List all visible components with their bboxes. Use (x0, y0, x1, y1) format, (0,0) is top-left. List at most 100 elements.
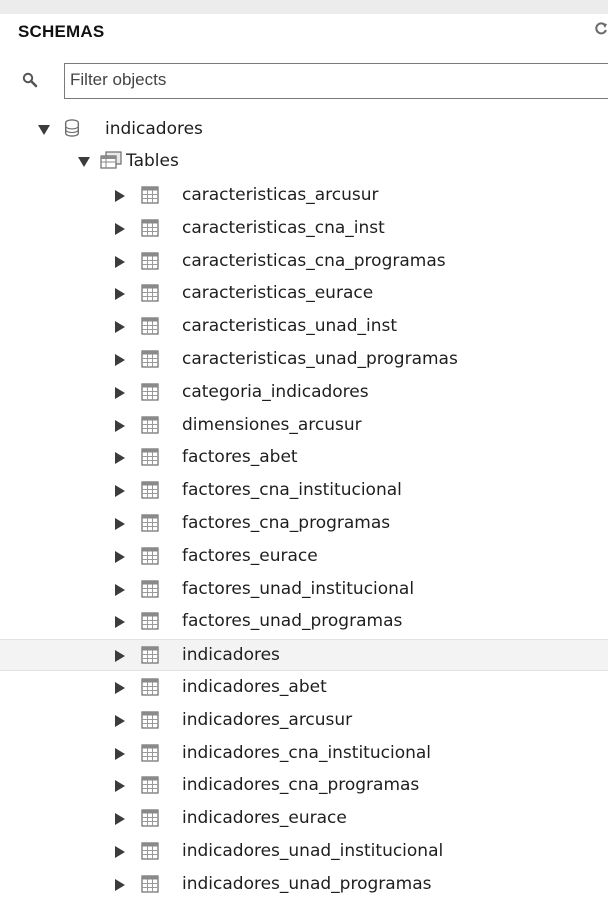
tables-folder-icon (100, 151, 122, 169)
schema-row[interactable]: indicadores (0, 114, 608, 146)
table-row[interactable]: caracteristicas_arcusur (0, 180, 608, 212)
table-label: caracteristicas_cna_inst (182, 217, 385, 238)
table-row[interactable]: factores_unad_programas (0, 606, 608, 638)
table-row[interactable]: caracteristicas_cna_programas (0, 246, 608, 278)
table-icon (141, 711, 159, 729)
tables-folder-row[interactable]: Tables (0, 146, 608, 178)
expand-right-arrow-icon[interactable] (114, 682, 126, 694)
table-icon (141, 448, 159, 466)
table-row[interactable]: indicadores_cna_programas (0, 770, 608, 802)
table-label: indicadores_cna_institucional (182, 742, 432, 763)
table-row[interactable]: caracteristicas_unad_programas (0, 344, 608, 376)
table-icon (141, 415, 159, 434)
search-icon (22, 72, 38, 88)
table-icon (141, 875, 159, 893)
expand-right-arrow-icon[interactable] (114, 354, 126, 366)
table-icon (141, 284, 159, 302)
expand-right-arrow-icon[interactable] (114, 747, 126, 760)
table-icon (141, 743, 159, 762)
table-row[interactable]: indicadores_abet (0, 672, 608, 704)
schemas-header: SCHEMAS (18, 22, 105, 41)
table-label: factores_unad_institucional (182, 578, 415, 599)
table-row[interactable]: factores_cna_institucional (0, 475, 608, 507)
table-icon (141, 809, 159, 827)
table-icon (141, 350, 159, 368)
table-label: factores_cna_institucional (182, 480, 402, 501)
table-label: dimensiones_arcusur (182, 414, 362, 435)
table-label: indicadores (182, 645, 280, 666)
table-row[interactable]: indicadores_eurace (0, 803, 608, 835)
expand-right-arrow-icon[interactable] (114, 386, 126, 399)
table-icon (141, 547, 159, 565)
table-label: indicadores_arcusur (182, 709, 353, 730)
table-label: indicadores_unad_institucional (182, 841, 444, 861)
table-icon (141, 842, 159, 860)
table-label: caracteristicas_unad_programas (182, 349, 458, 369)
table-icon (141, 383, 159, 401)
table-icon (141, 646, 159, 664)
expand-right-arrow-icon[interactable] (114, 780, 126, 793)
expand-down-arrow-icon[interactable] (78, 156, 90, 168)
table-row[interactable]: indicadores_unad_programas (0, 869, 608, 901)
table-label: factores_cna_programas (182, 513, 391, 533)
expand-right-arrow-icon[interactable] (114, 878, 126, 891)
table-label: categoria_indicadores (182, 381, 369, 402)
table-row[interactable]: factores_unad_institucional (0, 574, 608, 606)
tables-folder-label: Tables (126, 151, 179, 171)
table-icon (141, 776, 159, 794)
table-row[interactable]: factores_eurace (0, 541, 608, 573)
refresh-icon[interactable] (594, 22, 608, 36)
table-row[interactable]: caracteristicas_cna_inst (0, 213, 608, 245)
filter-objects-input[interactable]: Filter objects (64, 63, 608, 99)
schema-label: indicadores (105, 119, 203, 139)
table-icon (141, 251, 159, 270)
expand-right-arrow-icon[interactable] (114, 255, 126, 268)
table-row[interactable]: indicadores_cna_institucional (0, 738, 608, 770)
table-icon (141, 514, 159, 532)
table-icon (141, 219, 159, 237)
expand-right-arrow-icon[interactable] (114, 813, 126, 826)
table-row[interactable]: dimensiones_arcusur (0, 410, 608, 442)
table-row[interactable]: factores_abet (0, 442, 608, 474)
table-label: indicadores_unad_programas (182, 873, 432, 894)
expand-right-arrow-icon[interactable] (114, 616, 126, 629)
window-top-strip (0, 0, 608, 14)
table-row[interactable]: categoria_indicadores (0, 377, 608, 409)
table-row[interactable]: indicadores (0, 639, 608, 672)
table-label: caracteristicas_eurace (182, 283, 374, 304)
filter-placeholder: Filter objects (70, 70, 167, 89)
table-icon (141, 317, 159, 335)
expand-right-arrow-icon[interactable] (114, 452, 126, 465)
expand-right-arrow-icon[interactable] (114, 190, 126, 202)
table-row[interactable]: caracteristicas_eurace (0, 278, 608, 310)
expand-right-arrow-icon[interactable] (114, 846, 126, 858)
expand-right-arrow-icon[interactable] (114, 650, 126, 663)
table-icon (141, 612, 159, 630)
table-label: indicadores_cna_programas (182, 775, 420, 796)
table-row[interactable]: caracteristicas_unad_inst (0, 311, 608, 343)
expand-right-arrow-icon[interactable] (114, 419, 126, 432)
table-label: factores_eurace (182, 545, 318, 566)
table-row[interactable]: indicadores_arcusur (0, 705, 608, 737)
table-label: factores_abet (182, 447, 298, 468)
expand-right-arrow-icon[interactable] (114, 288, 126, 301)
table-row[interactable]: indicadores_unad_institucional (0, 836, 608, 868)
table-label: indicadores_abet (182, 677, 327, 697)
table-label: indicadores_eurace (182, 808, 347, 829)
expand-right-arrow-icon[interactable] (114, 583, 126, 596)
table-row[interactable]: factores_cna_programas (0, 508, 608, 540)
expand-right-arrow-icon[interactable] (114, 485, 126, 498)
expand-right-arrow-icon[interactable] (114, 222, 126, 235)
expand-right-arrow-icon[interactable] (114, 550, 126, 563)
expand-right-arrow-icon[interactable] (114, 714, 126, 727)
table-icon (141, 579, 159, 598)
table-label: caracteristicas_unad_inst (182, 316, 397, 337)
table-label: caracteristicas_cna_programas (182, 250, 446, 271)
table-icon (141, 481, 159, 499)
table-icon (141, 678, 159, 696)
expand-down-arrow-icon[interactable] (38, 124, 50, 136)
expand-right-arrow-icon[interactable] (114, 321, 126, 334)
table-icon (141, 186, 159, 204)
expand-right-arrow-icon[interactable] (114, 518, 126, 530)
database-icon (65, 119, 79, 137)
